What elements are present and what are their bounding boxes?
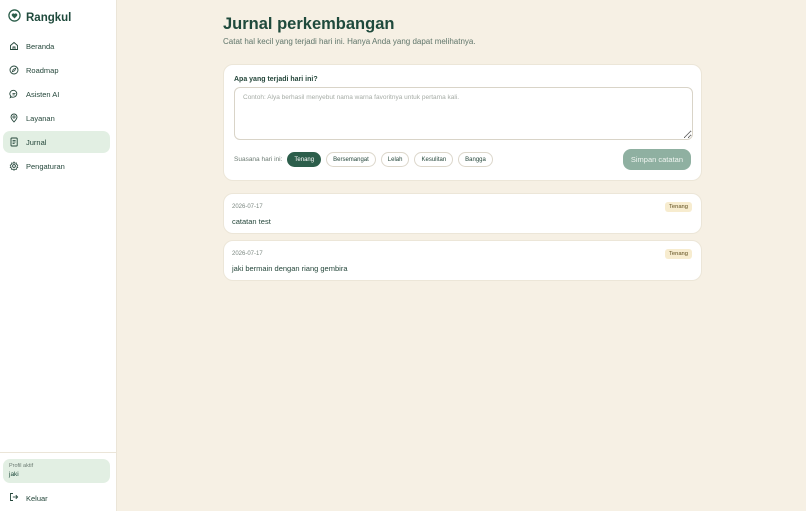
home-icon xyxy=(9,41,19,51)
logout-label: Keluar xyxy=(26,493,48,503)
brand-name: Rangkul xyxy=(26,12,72,24)
mood-chip-bangga[interactable]: Bangga xyxy=(458,152,493,167)
profile-label: Profil aktif xyxy=(9,463,34,469)
heart-logo-icon xyxy=(8,9,21,27)
compass-icon xyxy=(9,65,19,75)
entry-text: catatan test xyxy=(232,217,271,226)
brand[interactable]: Rangkul xyxy=(8,9,72,27)
sidebar-item-label: Layanan xyxy=(26,113,55,123)
page-title: Jurnal perkembangan xyxy=(223,15,395,33)
sidebar-item-pengaturan[interactable]: Pengaturan xyxy=(3,155,110,177)
note-question-label: Apa yang terjadi hari ini? xyxy=(234,76,318,83)
sidebar-item-label: Beranda xyxy=(26,41,55,51)
entry-text: jaki bermain dengan riang gembira xyxy=(232,264,348,273)
sidebar-item-jurnal[interactable]: Jurnal xyxy=(3,131,110,153)
note-input[interactable] xyxy=(234,87,693,140)
chat-icon xyxy=(9,89,19,99)
page-subtitle: Catat hal kecil yang terjadi hari ini. H… xyxy=(223,37,476,46)
mood-label: Suasana hari ini: xyxy=(234,156,283,163)
mood-selector: Suasana hari ini: Tenang Bersemangat Lel… xyxy=(234,152,493,167)
sidebar-item-asisten-ai[interactable]: Asisten AI xyxy=(3,83,110,105)
sidebar-item-label: Roadmap xyxy=(26,65,59,75)
entry-date: 2026-07-17 xyxy=(232,251,263,257)
gear-icon xyxy=(9,161,19,171)
mood-badge: Tenang xyxy=(664,249,692,259)
active-profile[interactable]: Profil aktif jaki xyxy=(3,459,110,483)
mood-chip-bersemangat[interactable]: Bersemangat xyxy=(326,152,376,167)
logout-button[interactable]: Keluar xyxy=(9,492,48,504)
entry-date: 2026-07-17 xyxy=(232,204,263,210)
sidebar-item-label: Pengaturan xyxy=(26,161,65,171)
journal-entry[interactable]: 2026-07-17 catatan test Tenang xyxy=(223,193,702,234)
journal-composer: Apa yang terjadi hari ini? Suasana hari … xyxy=(223,64,702,181)
mood-chip-kesulitan[interactable]: Kesulitan xyxy=(414,152,454,167)
sidebar-item-beranda[interactable]: Beranda xyxy=(3,35,110,57)
mood-chip-tenang[interactable]: Tenang xyxy=(287,152,322,167)
notebook-icon xyxy=(9,137,19,147)
location-pin-icon xyxy=(9,113,19,123)
sidebar-item-label: Jurnal xyxy=(26,137,47,147)
profile-name: jaki xyxy=(9,471,19,478)
sidebar-divider xyxy=(0,452,116,453)
logout-icon xyxy=(9,492,19,504)
sidebar: Rangkul Beranda Roadmap Asisten AI Layan… xyxy=(0,0,117,511)
sidebar-item-roadmap[interactable]: Roadmap xyxy=(3,59,110,81)
save-note-button[interactable]: Simpan catatan xyxy=(622,149,691,170)
sidebar-nav: Beranda Roadmap Asisten AI Layanan Jurna… xyxy=(3,35,110,179)
sidebar-item-label: Asisten AI xyxy=(26,89,60,99)
sidebar-item-layanan[interactable]: Layanan xyxy=(3,107,110,129)
mood-badge: Tenang xyxy=(664,202,692,212)
journal-entry[interactable]: 2026-07-17 jaki bermain dengan riang gem… xyxy=(223,240,702,281)
mood-chip-lelah[interactable]: Lelah xyxy=(380,152,410,167)
